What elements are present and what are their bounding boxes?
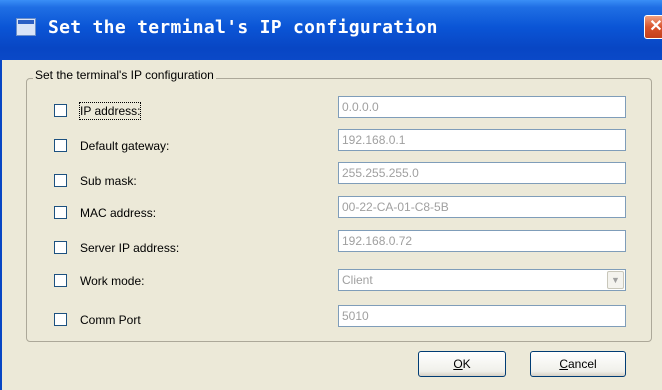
ok-mnemonic: O — [453, 357, 463, 371]
cancel-label-rest: ancel — [567, 357, 597, 371]
window-icon — [16, 18, 36, 36]
default-gateway-field[interactable]: 192.168.0.1 — [338, 129, 626, 151]
work-mode-value: Client — [342, 273, 373, 287]
ip-address-field[interactable]: 0.0.0.0 — [338, 96, 626, 118]
mac-address-field[interactable]: 00-22-CA-01-C8-5B — [338, 196, 626, 218]
comm-port-field[interactable]: 5010 — [338, 305, 626, 327]
sub-mask-checkbox[interactable] — [54, 174, 67, 187]
window-frame — [0, 60, 2, 390]
server-ip-address-label[interactable]: Server IP address: — [80, 240, 179, 256]
comm-port-checkbox[interactable] — [54, 313, 67, 326]
mac-address-label[interactable]: MAC address: — [80, 205, 156, 221]
window-title: Set the terminal's IP configuration — [48, 17, 438, 38]
default-gateway-checkbox[interactable] — [54, 139, 67, 152]
server-ip-address-field[interactable]: 192.168.0.72 — [338, 230, 626, 252]
comm-port-label[interactable]: Comm Port — [80, 312, 141, 328]
ok-button[interactable]: OK — [418, 351, 506, 377]
work-mode-checkbox[interactable] — [54, 274, 67, 287]
ok-label-rest: K — [462, 357, 471, 371]
close-button[interactable]: ✕ — [644, 15, 662, 39]
sub-mask-label[interactable]: Sub mask: — [80, 173, 137, 189]
chevron-down-icon[interactable]: ▼ — [607, 271, 624, 289]
work-mode-label[interactable]: Work mode: — [80, 273, 144, 289]
ip-address-label[interactable]: IP address: — [78, 102, 142, 120]
cancel-mnemonic: C — [559, 357, 568, 371]
group-caption: Set the terminal's IP configuration — [33, 68, 216, 82]
mac-address-checkbox[interactable] — [54, 206, 67, 219]
sub-mask-field[interactable]: 255.255.255.0 — [338, 162, 626, 184]
server-ip-address-checkbox[interactable] — [54, 241, 67, 254]
cancel-button[interactable]: Cancel — [530, 351, 626, 377]
ip-address-checkbox[interactable] — [54, 104, 67, 117]
work-mode-select[interactable]: Client ▼ — [338, 269, 626, 291]
title-bar[interactable]: Set the terminal's IP configuration ✕ — [0, 0, 662, 60]
dialog-window: Set the terminal's IP configuration ✕ Se… — [0, 0, 662, 390]
default-gateway-label[interactable]: Default gateway: — [80, 138, 169, 154]
